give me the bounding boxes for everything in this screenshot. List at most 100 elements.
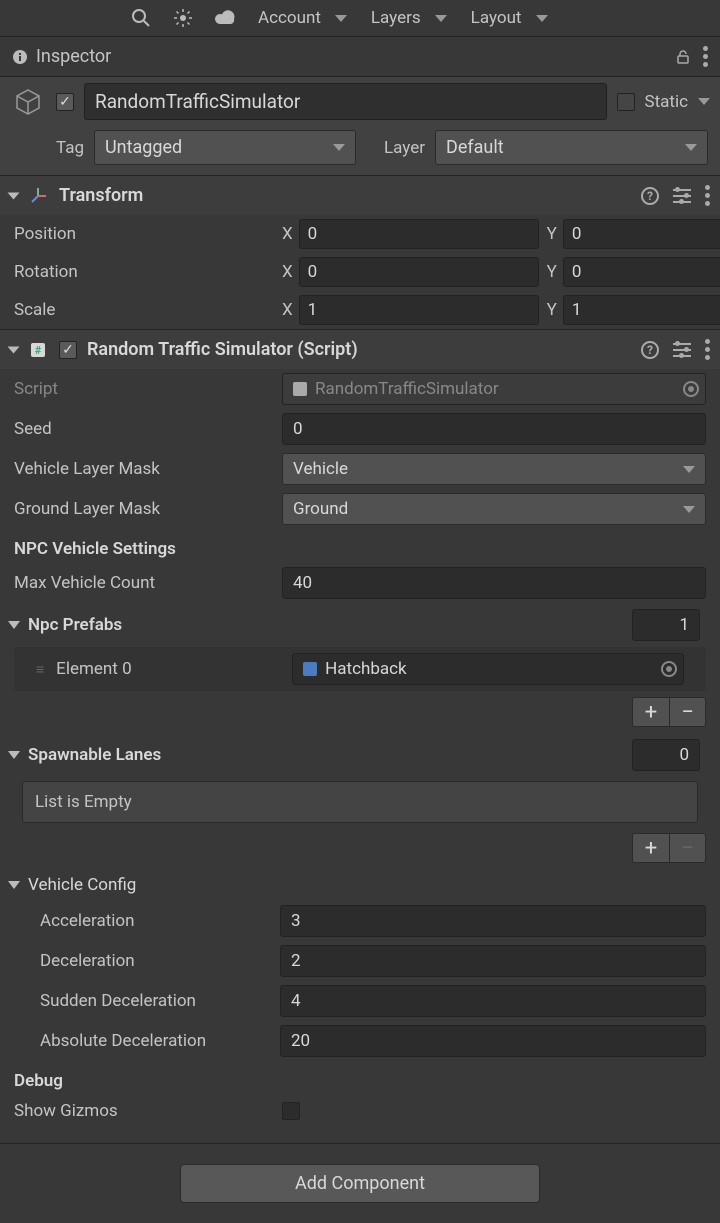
layer-dropdown[interactable]: Default [435, 130, 708, 165]
npc-prefabs-foldout[interactable]: Npc Prefabs [0, 603, 720, 647]
tag-dropdown[interactable]: Untagged [94, 130, 356, 165]
help-icon[interactable]: ? [641, 341, 659, 359]
position-y-input[interactable] [563, 219, 720, 249]
chevron-down-icon [435, 15, 447, 22]
chevron-down-icon [335, 15, 347, 22]
rotation-y-input[interactable] [563, 257, 720, 287]
sudden-decel-label: Sudden Deceleration [40, 991, 272, 1011]
npc-prefab-element-0: ≡ Element 0 Hatchback [14, 647, 706, 691]
script-object-field: RandomTrafficSimulator [282, 373, 706, 405]
chevron-down-icon [685, 144, 697, 151]
show-gizmos-checkbox[interactable] [282, 1102, 300, 1120]
remove-element-button[interactable]: − [669, 698, 705, 726]
ground-layer-mask-row: Ground Layer Mask Ground [0, 489, 720, 529]
layer-value: Default [446, 137, 504, 158]
search-icon[interactable] [122, 4, 160, 32]
chevron-down-icon [536, 15, 548, 22]
light-icon[interactable] [164, 4, 202, 32]
cloud-icon[interactable] [206, 4, 244, 32]
script-asset-icon [293, 382, 307, 396]
scale-label: Scale [14, 300, 274, 320]
rotation-label: Rotation [14, 262, 274, 282]
acceleration-input[interactable] [280, 905, 706, 937]
acceleration-label: Acceleration [40, 911, 272, 931]
show-gizmos-row: Show Gizmos [0, 1095, 720, 1127]
transform-title: Transform [59, 185, 143, 206]
add-component-row: Add Component [0, 1143, 720, 1223]
sudden-decel-input[interactable] [280, 985, 706, 1017]
spawnable-lanes-size-input[interactable] [632, 739, 700, 771]
preset-icon[interactable] [673, 187, 691, 205]
static-dropdown-caret[interactable] [698, 98, 710, 105]
npc-prefabs-size-input[interactable] [632, 609, 700, 641]
account-dropdown[interactable]: Account [248, 4, 357, 32]
deceleration-input[interactable] [280, 945, 706, 977]
lock-icon[interactable] [675, 49, 691, 65]
vehicle-config-foldout[interactable]: Vehicle Config [0, 869, 720, 901]
tag-value: Untagged [105, 137, 182, 158]
seed-row: Seed [0, 409, 720, 449]
kebab-icon[interactable] [703, 46, 708, 67]
vehicle-layer-mask-row: Vehicle Layer Mask Vehicle [0, 449, 720, 489]
vehicle-config-heading: Vehicle Config [28, 875, 136, 895]
object-picker-icon[interactable] [683, 381, 699, 397]
foldout-icon [8, 751, 20, 759]
element-0-object-field[interactable]: Hatchback [292, 653, 684, 685]
foldout-icon [8, 346, 20, 353]
ground-layer-mask-label: Ground Layer Mask [14, 499, 274, 519]
scale-row: Scale X Y Z [0, 291, 720, 329]
vehicle-layer-mask-dropdown[interactable]: Vehicle [282, 453, 706, 485]
kebab-icon[interactable] [705, 339, 710, 360]
script-value: RandomTrafficSimulator [315, 379, 499, 399]
drag-handle-icon[interactable]: ≡ [36, 661, 46, 678]
chevron-down-icon [683, 506, 695, 513]
max-vehicle-count-input[interactable] [282, 567, 706, 599]
seed-label: Seed [14, 419, 274, 439]
script-component-header[interactable]: # ✓ Random Traffic Simulator (Script) ? [0, 329, 720, 369]
spawnable-lanes-foldout[interactable]: Spawnable Lanes [0, 733, 720, 777]
account-label: Account [258, 8, 321, 28]
layout-label: Layout [471, 8, 522, 28]
rotation-x-input[interactable] [299, 257, 539, 287]
foldout-icon [8, 881, 20, 889]
script-title: Random Traffic Simulator (Script) [87, 339, 358, 360]
npc-prefabs-label: Npc Prefabs [28, 615, 122, 635]
kebab-icon[interactable] [705, 185, 710, 206]
deceleration-label: Deceleration [40, 951, 272, 971]
position-label: Position [14, 224, 274, 244]
static-checkbox[interactable] [617, 93, 635, 111]
position-row: Position X Y Z [0, 215, 720, 253]
add-component-button[interactable]: Add Component [180, 1164, 540, 1203]
seed-input[interactable] [282, 413, 706, 445]
layout-dropdown[interactable]: Layout [461, 4, 558, 32]
script-label: Script [14, 379, 274, 399]
help-icon[interactable]: ? [641, 187, 659, 205]
preset-icon[interactable] [673, 341, 691, 359]
deceleration-row: Deceleration [0, 941, 720, 981]
max-vehicle-count-label: Max Vehicle Count [14, 573, 274, 593]
object-picker-icon[interactable] [661, 661, 677, 677]
ground-layer-mask-dropdown[interactable]: Ground [282, 493, 706, 525]
foldout-icon [8, 192, 20, 199]
show-gizmos-label: Show Gizmos [14, 1101, 274, 1121]
layers-dropdown[interactable]: Layers [361, 4, 457, 32]
scale-x-input[interactable] [299, 295, 539, 325]
enabled-checkbox[interactable]: ✓ [56, 93, 74, 111]
transform-header[interactable]: Transform ? [0, 175, 720, 215]
add-element-button[interactable]: + [633, 698, 669, 726]
absolute-deceleration-row: Absolute Deceleration [0, 1021, 720, 1061]
tag-layer-row: Tag Untagged Layer Default [0, 126, 720, 175]
prefab-icon [303, 662, 317, 676]
position-x-input[interactable] [299, 219, 539, 249]
component-enabled-checkbox[interactable]: ✓ [59, 341, 77, 359]
gameobject-icon[interactable] [10, 84, 46, 120]
sudden-deceleration-row: Sudden Deceleration [0, 981, 720, 1021]
top-toolbar: Account Layers Layout [0, 0, 720, 36]
scale-y-input[interactable] [563, 295, 720, 325]
transform-icon [27, 185, 49, 207]
add-element-button[interactable]: + [633, 834, 669, 862]
script-field-row: Script RandomTrafficSimulator [0, 369, 720, 409]
layers-label: Layers [371, 8, 421, 28]
gameobject-name-input[interactable] [84, 83, 607, 120]
absolute-decel-input[interactable] [280, 1025, 706, 1057]
